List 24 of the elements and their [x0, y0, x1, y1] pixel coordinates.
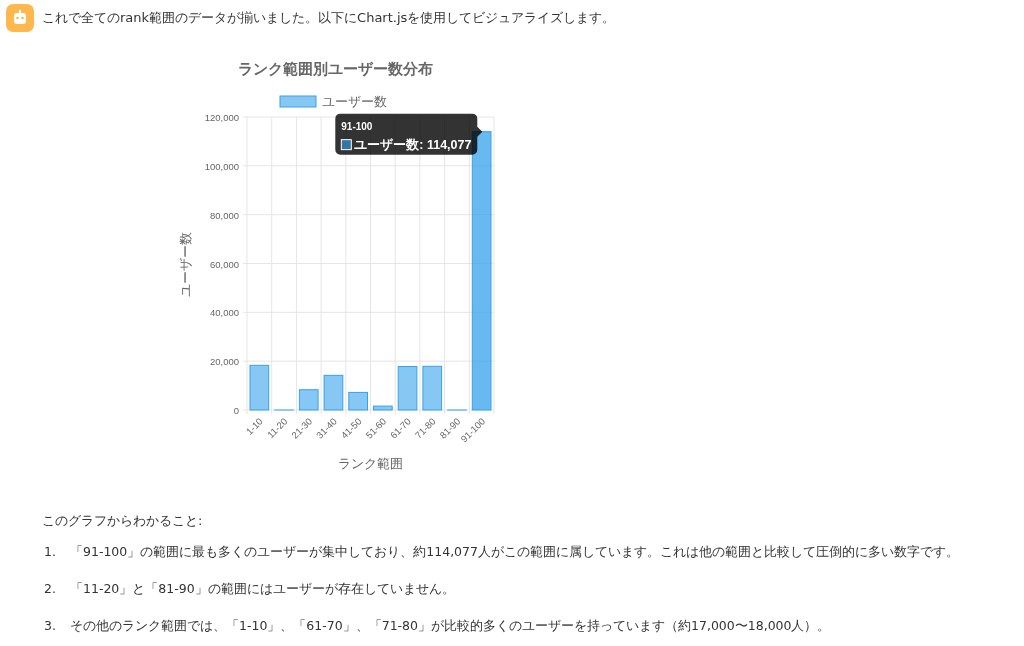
y-tick-label: 0 — [233, 405, 239, 416]
tooltip-label: ユーザー数: 114,077 — [354, 137, 472, 152]
intro-text: このグラフからわかること: — [42, 512, 204, 530]
y-tick-label: 40,000 — [209, 307, 239, 319]
y-tick-label: 100,000 — [204, 160, 239, 172]
y-tick-label: 80,000 — [209, 209, 239, 221]
x-axis-title: ランク範囲 — [337, 456, 403, 471]
legend-swatch — [279, 95, 317, 108]
y-tick-label: 120,000 — [204, 112, 239, 123]
tooltip-swatch — [340, 139, 352, 151]
y-tick-label: 20,000 — [209, 356, 239, 368]
list-number: 2. — [43, 581, 57, 596]
robot-avatar-icon — [6, 4, 34, 32]
list-item-text: 「91-100」の範囲に最も多くのユーザーが集中しており、約114,077人がこの範囲に属しています。これは他の範囲と比較して圧倒的に多い数字です。 — [70, 544, 959, 561]
list-number: 3. — [43, 618, 57, 633]
list-number: 1. — [43, 544, 57, 559]
chart-title: ランク範囲別ユーザー数分布 — [237, 60, 433, 78]
message-text: これで全てのrank範囲のデータが揃いました。以下にChart.jsを使用してビジュアライズします。 — [42, 9, 616, 27]
tooltip-title: 91-100 — [341, 120, 373, 132]
y-axis-title: ユーザー数 — [178, 231, 193, 297]
list-item-text: その他のランク範囲では、「1-10」、「61-70」、「71-80」が比較的多くのユーザーを持っています（約17,000〜18,000人）。 — [70, 618, 831, 635]
legend-label: ユーザー数 — [322, 94, 387, 109]
y-tick-label: 60,000 — [209, 258, 239, 270]
list-item-text: 「11-20」と「81-90」の範囲にはユーザーが存在していません。 — [70, 581, 455, 598]
